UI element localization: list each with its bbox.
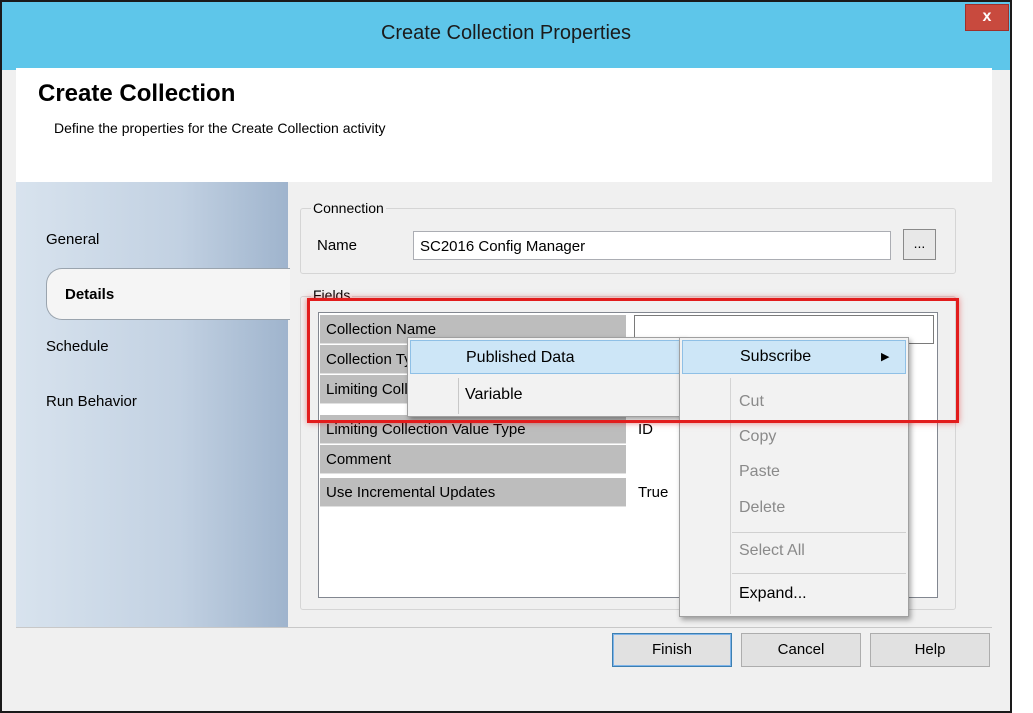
sidebar-item-schedule[interactable]: Schedule	[46, 338, 109, 355]
page-subtitle: Define the properties for the Create Col…	[54, 120, 386, 136]
finish-button[interactable]: Finish	[612, 633, 732, 667]
menu-item-label: Expand...	[739, 585, 807, 602]
menu-item-expand[interactable]: Expand...	[682, 578, 906, 612]
dialog-header: Create Collection Define the properties …	[16, 68, 992, 182]
page-title: Create Collection	[38, 80, 236, 107]
menu-item-paste[interactable]: Paste	[682, 456, 906, 490]
name-label: Name	[317, 237, 358, 254]
title-bar[interactable]: Create Collection Properties x	[2, 2, 1010, 70]
field-label: Comment	[320, 445, 626, 474]
menu-item-delete[interactable]: Delete	[682, 492, 906, 526]
connection-legend: Connection	[311, 200, 386, 216]
help-button[interactable]: Help	[870, 633, 990, 667]
menu-item-label: Copy	[739, 428, 777, 445]
highlight-annotation	[307, 298, 959, 423]
sidebar-item-label: Details	[65, 286, 115, 303]
menu-separator	[732, 532, 906, 533]
field-label: Use Incremental Updates	[320, 478, 626, 507]
menu-item-select-all[interactable]: Select All	[682, 535, 906, 569]
browse-button[interactable]: ...	[903, 229, 936, 260]
menu-item-label: Paste	[739, 463, 780, 480]
menu-item-copy[interactable]: Copy	[682, 421, 906, 455]
sidebar-item-run-behavior[interactable]: Run Behavior	[46, 393, 137, 410]
sidebar-item-details[interactable]: Details	[46, 268, 290, 320]
sidebar-item-general[interactable]: General	[46, 231, 99, 248]
window-title: Create Collection Properties	[380, 22, 632, 44]
menu-separator	[732, 573, 906, 574]
connection-name-field[interactable]: SC2016 Config Manager	[413, 231, 891, 260]
menu-item-label: Delete	[739, 499, 786, 516]
cancel-button[interactable]: Cancel	[741, 633, 861, 667]
close-icon[interactable]: x	[965, 4, 1009, 31]
menu-item-label: Select All	[739, 542, 805, 559]
